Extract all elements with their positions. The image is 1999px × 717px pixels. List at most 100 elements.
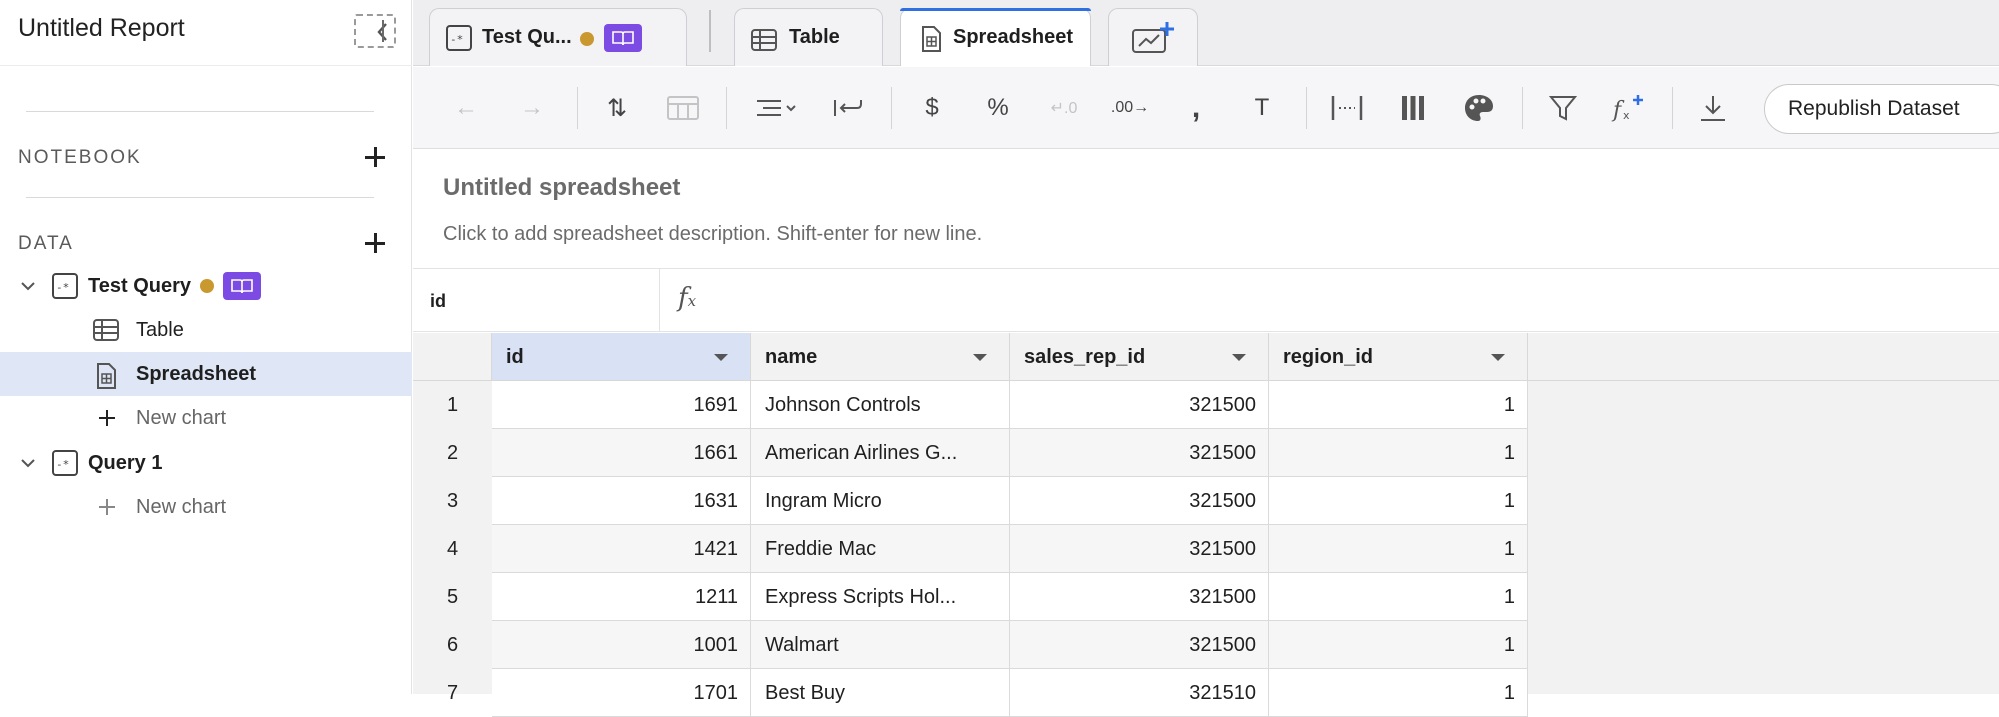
table-cell[interactable]: Johnson Controls [751,381,1010,429]
table-layout-icon[interactable] [664,89,702,127]
caret-down-icon[interactable] [714,354,728,361]
add-notebook-icon[interactable] [362,144,388,170]
row-number[interactable]: 3 [413,490,492,513]
sidebar-item-table[interactable]: Table [0,308,412,352]
table-cell[interactable]: 321500 [1010,429,1269,477]
table-cell[interactable]: 1 [1269,381,1528,429]
republish-dataset-button[interactable]: Republish Dataset [1764,84,1999,134]
redo-icon[interactable]: → [513,89,551,127]
tab-label: Spreadsheet [953,26,1074,48]
column-header-id[interactable]: id [492,333,751,381]
column-header-name[interactable]: name [751,333,1010,381]
empty-header-area [1528,333,1999,381]
tab-label: Test Qu... [482,26,572,48]
cell-reference[interactable]: id [413,269,660,331]
add-formula-icon[interactable]: fx [1609,89,1647,127]
filter-icon[interactable] [1544,89,1582,127]
chevron-down-icon[interactable] [20,455,36,471]
table-cell[interactable]: 1 [1269,525,1528,573]
dollar-icon[interactable]: $ [913,89,951,127]
table-cell[interactable]: Best Buy [751,669,1010,717]
corner-cell[interactable] [413,333,492,381]
caret-down-icon[interactable] [973,354,987,361]
table-cell[interactable]: Express Scripts Hol... [751,573,1010,621]
sidebar-item-label: New chart [136,496,227,518]
increase-decimal-icon[interactable]: .00→ [1111,89,1149,127]
row-number[interactable]: 1 [413,394,492,417]
tab-test-query[interactable]: -* Test Qu... [429,8,687,66]
sort-icon[interactable]: ⇅ [598,89,636,127]
column-header-sales-rep-id[interactable]: sales_rep_id [1010,333,1269,381]
sidebar-item-label: Table [136,319,184,341]
status-dot [200,279,214,293]
sidebar-item-new-chart[interactable]: New chart [0,485,412,529]
caret-down-icon[interactable] [1232,354,1246,361]
wrap-icon[interactable] [829,89,867,127]
sidebar-item-label: Spreadsheet [136,363,257,385]
column-header-region-id[interactable]: region_id [1269,333,1528,381]
table-cell[interactable]: Ingram Micro [751,477,1010,525]
query-icon: -* [52,273,78,299]
sidebar-item-spreadsheet[interactable]: Spreadsheet [0,352,412,396]
table-cell[interactable]: 1701 [492,669,751,717]
book-badge-icon[interactable] [604,24,642,52]
table-cell[interactable]: 1691 [492,381,751,429]
collapse-sidebar-icon[interactable] [354,14,396,48]
row-number[interactable]: 6 [413,634,492,657]
toolbar-divider [1522,87,1523,129]
table-cell[interactable]: 321500 [1010,573,1269,621]
table-cell[interactable]: 1 [1269,621,1528,669]
table-cell[interactable]: 1211 [492,573,751,621]
align-icon[interactable] [749,89,805,127]
notebook-section-label: NOTEBOOK [18,147,142,168]
chevron-down-icon[interactable] [20,278,36,294]
caret-down-icon[interactable] [1491,354,1505,361]
table-cell[interactable]: 321500 [1010,381,1269,429]
palette-icon[interactable] [1460,89,1498,127]
row-number[interactable]: 2 [413,442,492,465]
download-icon[interactable] [1694,89,1732,127]
sidebar-item-test-query[interactable]: -* Test Query [0,264,412,308]
spreadsheet-title[interactable]: Untitled spreadsheet [443,174,680,202]
spreadsheet-description[interactable]: Click to add spreadsheet description. Sh… [443,223,982,246]
status-dot [580,32,594,46]
table-cell[interactable]: 1 [1269,669,1528,717]
row-number[interactable]: 4 [413,538,492,561]
tab-separator [709,10,711,52]
sidebar-item-new-chart[interactable]: New chart [0,396,412,440]
sidebar-item-query-1[interactable]: -* Query 1 [0,441,412,485]
table-cell[interactable]: 1421 [492,525,751,573]
columns-icon[interactable] [1394,89,1432,127]
tab-spreadsheet[interactable]: Spreadsheet [900,8,1091,66]
table-cell[interactable]: 1 [1269,429,1528,477]
add-data-icon[interactable] [362,230,388,256]
sidebar-header: Untitled Report [0,0,412,66]
report-title[interactable]: Untitled Report [18,14,185,43]
undo-icon[interactable]: ← [447,89,485,127]
divider [26,197,374,198]
percent-icon[interactable]: % [979,89,1017,127]
text-format-icon[interactable]: T [1243,89,1281,127]
sidebar: Untitled Report NOTEBOOK DATA -* Test Qu… [0,0,412,694]
row-number[interactable]: 5 [413,586,492,609]
table-cell[interactable]: 1 [1269,573,1528,621]
table-cell[interactable]: 1001 [492,621,751,669]
plus-icon [99,410,115,426]
table-cell[interactable]: 1631 [492,477,751,525]
table-cell[interactable]: 1661 [492,429,751,477]
new-chart-tab-button[interactable] [1108,8,1198,66]
column-header-label: region_id [1283,346,1374,368]
decrease-decimal-icon[interactable]: ↵.0 [1045,89,1083,127]
comma-icon[interactable]: , [1177,89,1215,127]
tab-table[interactable]: Table [734,8,883,66]
table-cell[interactable]: 1 [1269,477,1528,525]
column-width-icon[interactable] [1328,89,1366,127]
table-cell[interactable]: 321500 [1010,477,1269,525]
table-cell[interactable]: Walmart [751,621,1010,669]
table-cell[interactable]: 321500 [1010,525,1269,573]
table-cell[interactable]: Freddie Mac [751,525,1010,573]
table-cell[interactable]: American Airlines G... [751,429,1010,477]
table-cell[interactable]: 321510 [1010,669,1269,717]
book-badge-icon[interactable] [223,272,261,300]
table-cell[interactable]: 321500 [1010,621,1269,669]
